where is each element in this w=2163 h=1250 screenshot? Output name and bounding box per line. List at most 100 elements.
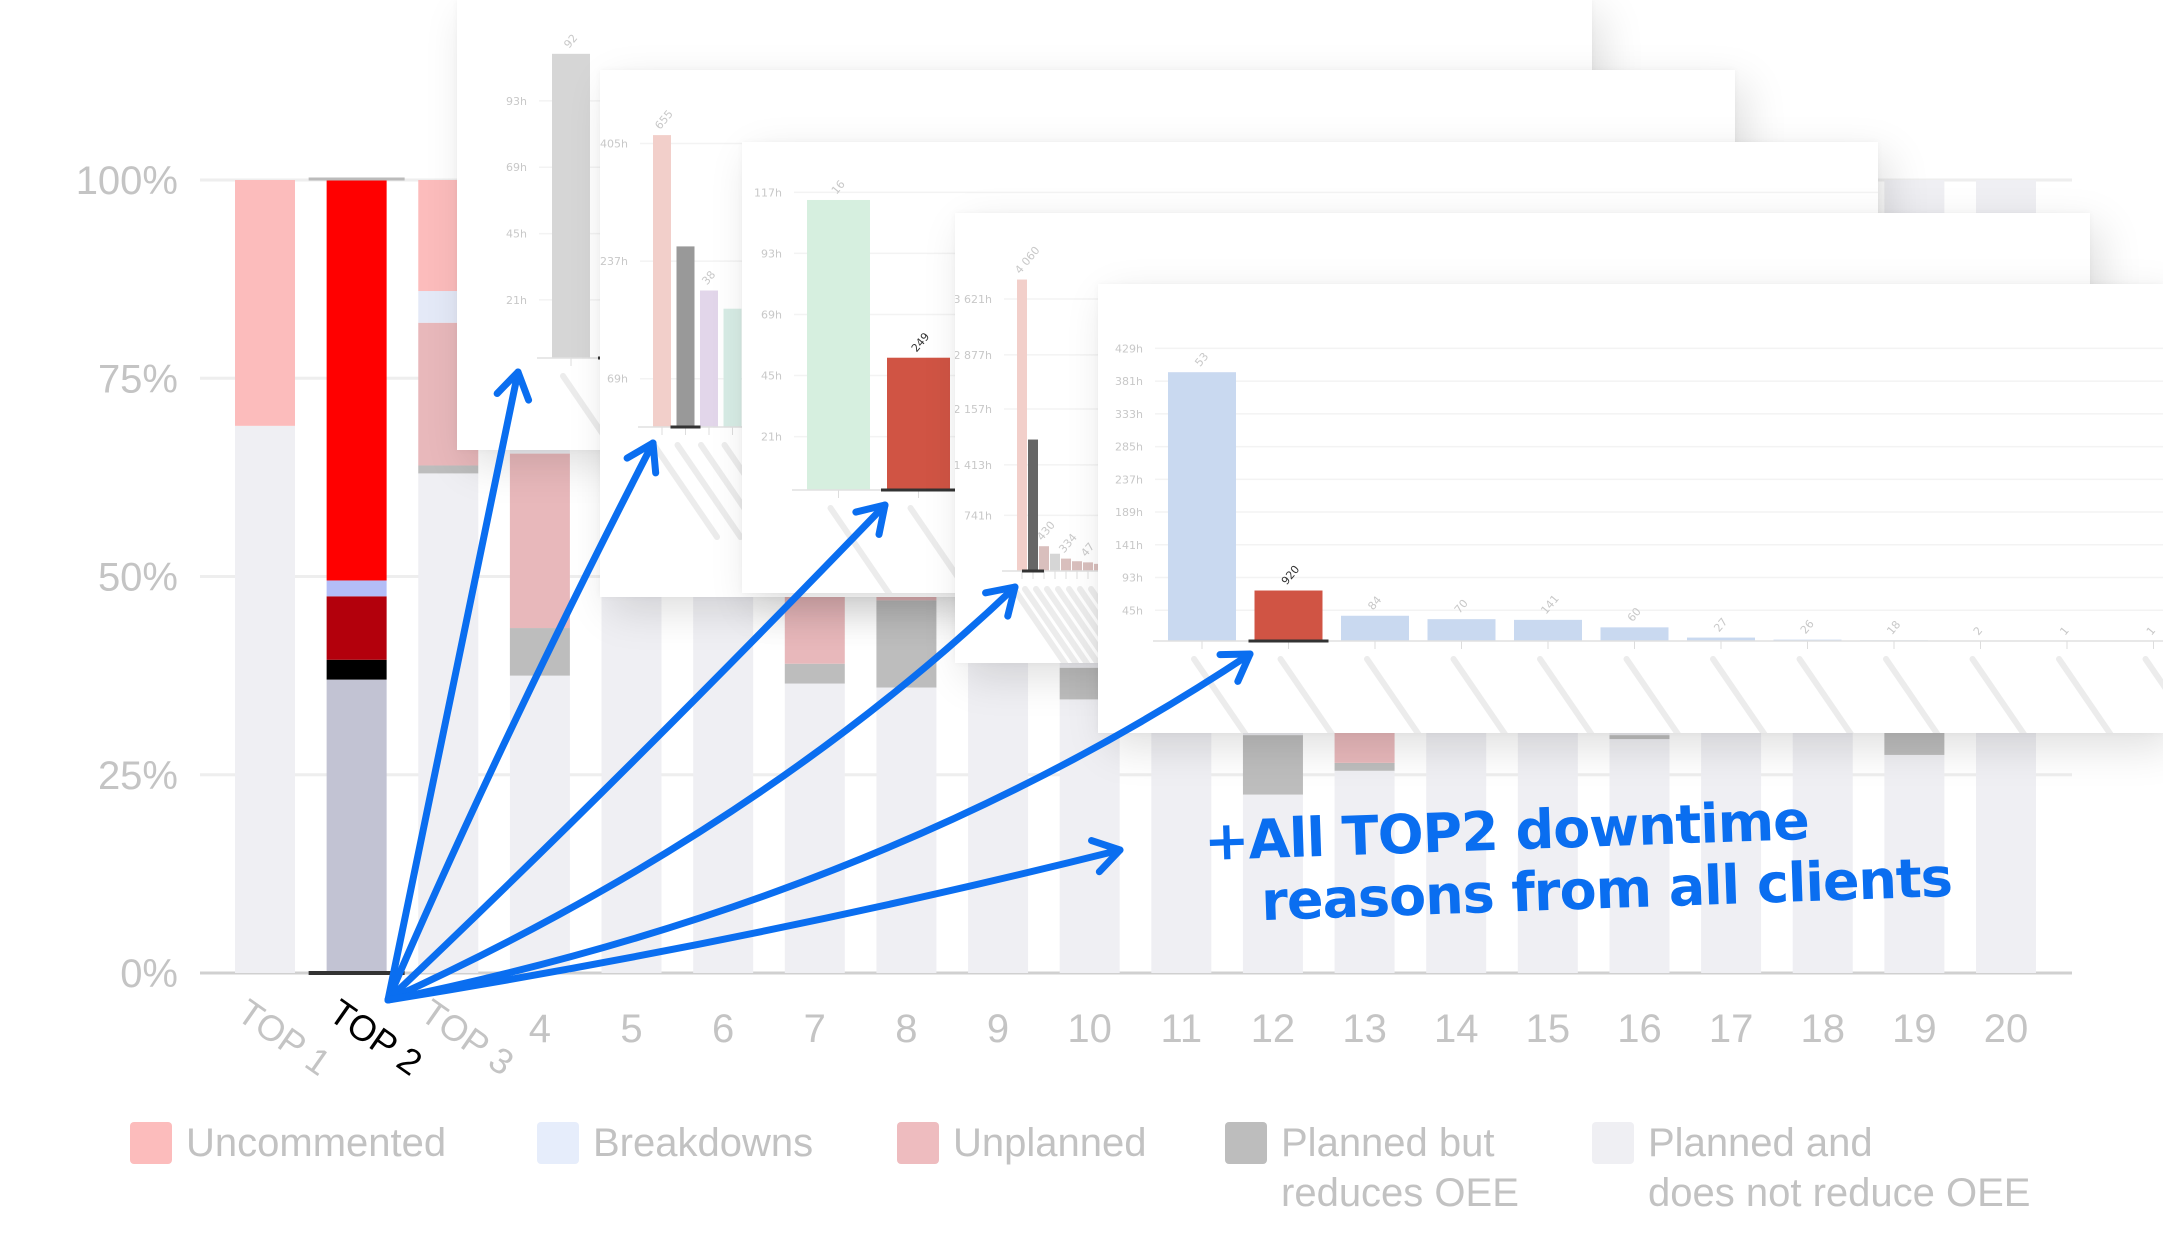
x-tick-label: 8 <box>895 1007 917 1051</box>
inset-bar[interactable] <box>1254 590 1323 641</box>
inset-bar[interactable] <box>1168 372 1236 641</box>
inset-x-label-blurred <box>1969 656 2027 733</box>
legend-item[interactable]: Planned but reduces OEE <box>1225 1118 1519 1218</box>
inset-y-tick-label: 381h <box>1115 375 1143 388</box>
inset-x-label-blurred <box>827 505 893 593</box>
inset-x-label-blurred <box>2142 656 2163 690</box>
inset-y-tick-label: 69h <box>607 373 628 386</box>
inset-bar[interactable] <box>653 135 671 427</box>
inset-x-label-blurred <box>1623 656 1681 733</box>
x-tick-label: 5 <box>620 1007 642 1051</box>
inset-bar[interactable] <box>1341 615 1409 641</box>
inset-x-label-blurred <box>1796 656 1854 733</box>
inset-bar-label: 4 060 <box>1012 244 1042 276</box>
bar-segment <box>784 683 845 973</box>
inset-bar[interactable] <box>1050 553 1060 571</box>
inset-bar[interactable] <box>1028 439 1038 571</box>
legend-swatch <box>1592 1122 1634 1164</box>
inset-bar-label: 70 <box>1452 597 1471 616</box>
inset-bar-label: 53 <box>1192 350 1211 369</box>
bar-segment <box>1242 735 1303 795</box>
x-tick-label: 15 <box>1526 1007 1571 1051</box>
inset-x-label-blurred <box>1191 656 1249 733</box>
inset-x-label-blurred <box>1364 656 1422 733</box>
inset-bar[interactable] <box>700 290 718 428</box>
y-tick-label: 25% <box>98 754 178 798</box>
x-tick-label: 6 <box>712 1007 734 1051</box>
inset-x-label-blurred <box>1883 656 1941 733</box>
bar-segment <box>1059 699 1120 973</box>
bar-segment <box>509 675 570 973</box>
inset-bar-label: 38 <box>699 268 718 287</box>
legend-label: Unplanned <box>953 1121 1147 1165</box>
x-tick-label: 4 <box>529 1007 551 1051</box>
inset-y-tick-label: 45h <box>506 228 527 241</box>
y-tick-label: 0% <box>120 952 178 996</box>
bar-segment <box>326 679 387 973</box>
x-tick-label: 18 <box>1800 1007 1845 1051</box>
inset-y-tick-label: 333h <box>1115 408 1143 421</box>
legend-item[interactable]: Uncommented <box>130 1118 446 1168</box>
legend-label: Planned but reduces OEE <box>1281 1121 1519 1215</box>
inset-bar-label: 26 <box>1798 617 1817 636</box>
legend-label: Breakdowns <box>593 1121 814 1165</box>
x-tick-label: TOP 3 <box>414 991 522 1084</box>
inset-y-tick-label: 405h <box>600 138 628 151</box>
inset-y-tick-label: 741h <box>964 509 992 522</box>
inset-bar[interactable] <box>723 308 742 427</box>
inset-x-label-blurred <box>1537 656 1595 733</box>
x-tick-label: 7 <box>804 1007 826 1051</box>
bar-stack-top-1[interactable] <box>235 180 295 974</box>
inset-bar-label: 334 <box>1056 531 1079 555</box>
legend-item[interactable]: Planned and does not reduce OEE <box>1592 1118 2030 1218</box>
bar-segment <box>1976 735 2036 973</box>
x-tick-label: TOP 2 <box>322 991 430 1084</box>
inset-bar-label: 18 <box>1884 618 1903 637</box>
inset-y-tick-label: 141h <box>1115 539 1143 552</box>
inset-bar[interactable] <box>807 199 870 490</box>
bar-segment <box>418 473 479 973</box>
inset-bar-label: 2 <box>1971 624 1985 638</box>
x-tick-label: 17 <box>1709 1007 1754 1051</box>
inset-bar[interactable] <box>676 246 695 427</box>
inset-bar[interactable] <box>1600 627 1669 641</box>
inset-bar[interactable] <box>1514 619 1582 641</box>
x-tick-label: 12 <box>1251 1007 1296 1051</box>
inset-bar-label: 16 <box>829 178 848 197</box>
bar-segment <box>968 663 1029 973</box>
inset-y-tick-label: 1 413h <box>955 459 992 472</box>
y-tick-label: 50% <box>98 556 178 600</box>
legend-item[interactable]: Unplanned <box>897 1118 1147 1168</box>
x-tick-label: 19 <box>1892 1007 1937 1051</box>
bar-segment <box>1609 735 1670 740</box>
inset-bar[interactable] <box>887 357 950 490</box>
inset-bar[interactable] <box>1427 619 1496 641</box>
inset-y-tick-label: 21h <box>761 431 782 444</box>
bar-segment <box>876 600 937 688</box>
bar-segment <box>235 425 295 974</box>
inset-bar[interactable] <box>1083 562 1093 571</box>
bar-stack-top-2[interactable] <box>326 180 387 973</box>
inset-bar[interactable] <box>1061 558 1071 571</box>
inset-bar-label: 27 <box>1711 615 1730 634</box>
inset-bar[interactable] <box>1072 561 1082 571</box>
inset-bar[interactable] <box>552 53 590 359</box>
bar-segment <box>784 663 845 684</box>
bar-segment <box>1334 731 1395 763</box>
inset-y-tick-label: 3 621h <box>955 293 992 306</box>
inset-bar-label: 47 <box>1078 540 1097 559</box>
bar-segment <box>693 544 754 973</box>
legend-item[interactable]: Breakdowns <box>537 1118 813 1168</box>
inset-bar-label: 92 <box>561 32 580 51</box>
inset-y-tick-label: 69h <box>506 161 527 174</box>
chart-legend: Uncommented Breakdowns Unplanned Planned bu… <box>0 1118 2163 1228</box>
y-tick-label: 100% <box>76 159 178 203</box>
inset-bar-label: 1 <box>2144 624 2158 638</box>
inset-bar[interactable] <box>1017 279 1027 571</box>
legend-label: Uncommented <box>186 1121 447 1165</box>
inset-bar[interactable] <box>1039 546 1049 571</box>
inset-y-tick-label: 189h <box>1115 506 1143 519</box>
inset-y-tick-label: 93h <box>761 247 782 260</box>
inset-y-tick-label: 21h <box>506 294 527 307</box>
inset-x-label-blurred <box>2056 656 2114 733</box>
